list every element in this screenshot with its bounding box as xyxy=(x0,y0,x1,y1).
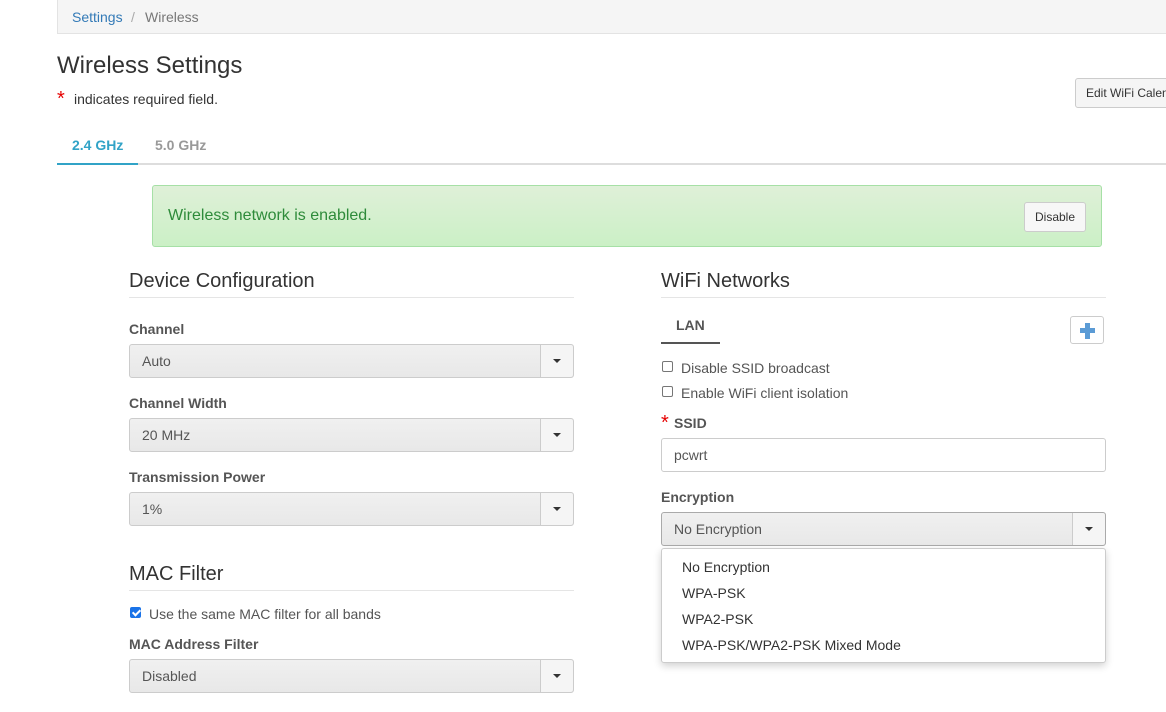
encryption-label: Encryption xyxy=(661,489,735,505)
disable-wireless-button[interactable]: Disable xyxy=(1024,202,1086,232)
caret-down-icon xyxy=(553,674,561,678)
required-star-icon: * xyxy=(661,412,669,434)
caret-down-icon xyxy=(553,359,561,363)
page-title: Wireless Settings xyxy=(57,52,243,79)
wireless-status-text: Wireless network is enabled. xyxy=(168,207,372,224)
encryption-option-none[interactable]: No Encryption xyxy=(662,555,1105,581)
channel-width-value: 20 MHz xyxy=(142,427,191,443)
client-isolation-checkbox[interactable] xyxy=(662,386,673,397)
device-configuration-title: Device Configuration xyxy=(129,270,315,292)
section-divider xyxy=(129,590,574,591)
caret-down-icon xyxy=(553,433,561,437)
encryption-dropdown-menu: No Encryption WPA-PSK WPA2-PSK WPA-PSK/W… xyxy=(661,548,1106,663)
disable-ssid-broadcast-checkbox[interactable] xyxy=(662,361,673,372)
section-divider xyxy=(661,297,1106,298)
channel-value: Auto xyxy=(142,353,171,369)
transmission-power-dropdown-toggle[interactable] xyxy=(540,493,573,525)
channel-width-dropdown-toggle[interactable] xyxy=(540,419,573,451)
tab-5-0-ghz-label: 5.0 GHz xyxy=(155,137,207,153)
active-tab-indicator xyxy=(57,163,138,165)
required-star-icon: * xyxy=(57,88,65,110)
caret-down-icon xyxy=(553,507,561,511)
encryption-option-wpa-psk[interactable]: WPA-PSK xyxy=(662,581,1105,607)
encryption-option-mixed-mode[interactable]: WPA-PSK/WPA2-PSK Mixed Mode xyxy=(662,633,1105,659)
transmission-power-value: 1% xyxy=(142,501,163,517)
mac-address-filter-label: MAC Address Filter xyxy=(129,636,259,652)
tab-bar-divider xyxy=(57,163,1166,165)
channel-label: Channel xyxy=(129,321,185,337)
active-network-tab-indicator xyxy=(661,342,720,344)
encryption-dropdown-toggle[interactable] xyxy=(1072,513,1105,545)
breadcrumb xyxy=(57,0,1166,34)
tab-2-4-ghz-label: 2.4 GHz xyxy=(72,137,124,153)
same-mac-filter-checkbox[interactable] xyxy=(130,607,141,618)
transmission-power-select[interactable]: 1% xyxy=(129,492,574,526)
channel-dropdown-toggle[interactable] xyxy=(540,345,573,377)
channel-width-label: Channel Width xyxy=(129,395,227,411)
add-network-button[interactable] xyxy=(1070,316,1104,344)
mac-address-filter-select[interactable]: Disabled xyxy=(129,659,574,693)
tab-5-0-ghz[interactable]: 5.0 GHz xyxy=(138,126,223,164)
channel-width-select[interactable]: 20 MHz xyxy=(129,418,574,452)
mac-address-filter-dropdown-toggle[interactable] xyxy=(540,660,573,692)
mac-address-filter-value: Disabled xyxy=(142,668,197,684)
encryption-select[interactable]: No Encryption xyxy=(661,512,1106,546)
edit-wifi-calendar-button[interactable]: Edit WiFi Calendar xyxy=(1075,78,1166,108)
section-divider xyxy=(129,297,574,298)
network-tab-lan[interactable]: LAN xyxy=(661,310,720,344)
channel-select[interactable]: Auto xyxy=(129,344,574,378)
ssid-input[interactable] xyxy=(661,438,1106,472)
option-label: WPA-PSK/WPA2-PSK Mixed Mode xyxy=(682,637,901,653)
breadcrumb-current: Wireless xyxy=(145,9,199,25)
mac-filter-title: MAC Filter xyxy=(129,563,224,585)
network-tab-lan-label: LAN xyxy=(676,317,705,333)
option-label: WPA-PSK xyxy=(682,585,746,601)
option-label: No Encryption xyxy=(682,559,770,575)
encryption-value: No Encryption xyxy=(674,521,762,537)
ssid-label: SSID xyxy=(674,415,707,431)
tab-2-4-ghz[interactable]: 2.4 GHz xyxy=(57,126,138,164)
encryption-option-wpa2-psk[interactable]: WPA2-PSK xyxy=(662,607,1105,633)
option-label: WPA2-PSK xyxy=(682,611,754,627)
client-isolation-label: Enable WiFi client isolation xyxy=(681,385,849,401)
disable-ssid-broadcast-label: Disable SSID broadcast xyxy=(681,360,830,376)
wifi-networks-title: WiFi Networks xyxy=(661,270,790,292)
same-mac-filter-label: Use the same MAC filter for all bands xyxy=(149,606,381,622)
caret-down-icon xyxy=(1085,527,1093,531)
required-field-note: indicates required field. xyxy=(74,91,218,107)
transmission-power-label: Transmission Power xyxy=(129,469,266,485)
breadcrumb-separator: / xyxy=(131,9,135,25)
breadcrumb-settings-link[interactable]: Settings xyxy=(72,9,123,25)
